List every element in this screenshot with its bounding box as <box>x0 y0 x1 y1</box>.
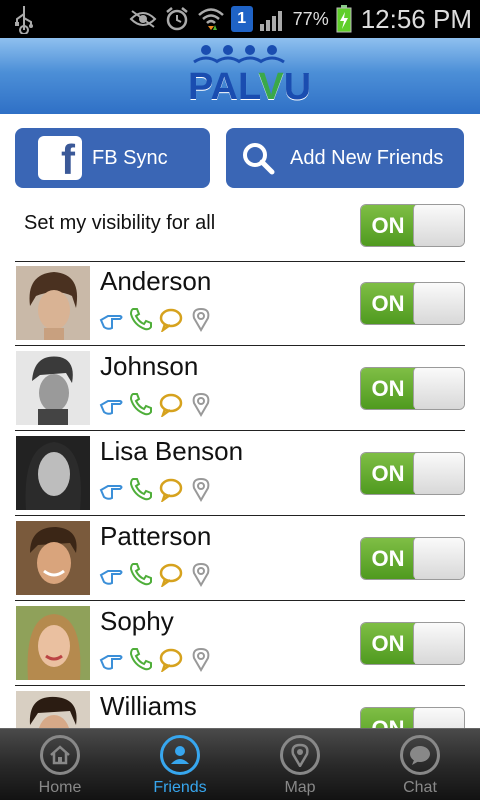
nav-label: Map <box>284 779 316 796</box>
phone-icon[interactable] <box>128 646 154 672</box>
friend-actions <box>98 391 214 417</box>
avatar <box>16 606 90 680</box>
friend-row[interactable]: Patterson ON <box>0 517 480 602</box>
avatar <box>16 436 90 510</box>
search-icon <box>243 143 275 175</box>
visibility-toggle[interactable]: ON <box>360 204 465 247</box>
add-new-friends-button[interactable]: Add New Friends <box>226 128 464 188</box>
nav-chat[interactable]: Chat <box>360 729 480 801</box>
nav-label: Chat <box>403 779 437 796</box>
logo-text: PALVU <box>188 66 312 108</box>
toggle-knob <box>413 538 464 579</box>
location-pin-icon[interactable] <box>188 306 214 332</box>
eye-icon <box>129 5 157 33</box>
avatar <box>16 521 90 595</box>
notification-badge: 1 <box>230 6 253 32</box>
location-pin-icon[interactable] <box>188 391 214 417</box>
battery-icon <box>335 5 353 33</box>
divider <box>15 430 465 431</box>
battery-percent: 77% <box>292 8 329 29</box>
fb-sync-label: FB Sync <box>92 146 168 169</box>
clock-time: 12:56 PM <box>360 3 472 34</box>
friend-name: Anderson <box>100 266 212 296</box>
toggle-knob <box>413 453 464 494</box>
friend-row[interactable]: Lisa Benson ON <box>0 432 480 517</box>
avatar <box>16 351 90 425</box>
palvu-logo: PALVU <box>184 44 311 108</box>
friend-name: Williams <box>100 691 197 721</box>
friend-visibility-toggle[interactable]: ON <box>360 452 465 495</box>
location-pin-icon[interactable] <box>188 476 214 502</box>
toggle-knob <box>413 205 464 246</box>
status-bar: 1 77% 12:56 PM <box>0 0 480 38</box>
poke-hand-icon[interactable] <box>98 646 124 672</box>
usb-icon <box>15 6 33 34</box>
friend-visibility-toggle[interactable]: ON <box>360 537 465 580</box>
avatar <box>16 266 90 340</box>
nav-label: Home <box>38 779 82 796</box>
location-pin-icon[interactable] <box>188 561 214 587</box>
poke-hand-icon[interactable] <box>98 561 124 587</box>
phone-icon[interactable] <box>128 391 154 417</box>
friends-icon <box>160 735 200 775</box>
chat-icon <box>400 735 440 775</box>
divider <box>15 345 465 346</box>
app-header: PALVU <box>0 38 480 114</box>
facebook-icon: f <box>38 136 82 183</box>
alarm-icon <box>163 5 191 33</box>
chat-bubble-icon[interactable] <box>158 561 184 587</box>
friend-visibility-toggle[interactable]: ON <box>360 622 465 665</box>
chat-bubble-icon[interactable] <box>158 476 184 502</box>
location-pin-icon[interactable] <box>188 646 214 672</box>
friend-actions <box>98 306 214 332</box>
chat-bubble-icon[interactable] <box>158 646 184 672</box>
bottom-nav: Home Friends Map Chat <box>0 728 480 800</box>
map-pin-icon <box>280 735 320 775</box>
friend-row[interactable]: Anderson ON <box>0 262 480 347</box>
add-new-friends-label: Add New Friends <box>290 146 444 169</box>
toggle-knob <box>413 368 464 409</box>
chat-bubble-icon[interactable] <box>158 306 184 332</box>
fb-sync-button[interactable]: f FB Sync <box>15 128 210 188</box>
nav-label: Friends <box>153 779 207 796</box>
friend-name: Johnson <box>100 351 199 381</box>
phone-icon[interactable] <box>128 561 154 587</box>
divider <box>15 515 465 516</box>
poke-hand-icon[interactable] <box>98 306 124 332</box>
friend-actions <box>98 646 214 672</box>
toggle-on-label: ON <box>361 283 415 324</box>
phone-icon[interactable] <box>128 306 154 332</box>
toggle-on-label: ON <box>361 623 415 664</box>
toggle-on-label: ON <box>361 368 415 409</box>
poke-hand-icon[interactable] <box>98 391 124 417</box>
friend-name: Lisa Benson <box>100 436 244 466</box>
phone-icon[interactable] <box>128 476 154 502</box>
toggle-knob <box>413 623 464 664</box>
nav-map[interactable]: Map <box>240 729 360 801</box>
friend-row[interactable]: Johnson ON <box>0 347 480 432</box>
divider <box>15 685 465 686</box>
toggle-on-label: ON <box>361 205 415 246</box>
home-icon <box>40 735 80 775</box>
visibility-label: Set my visibility for all <box>24 212 216 234</box>
toggle-on-label: ON <box>361 453 415 494</box>
friend-name: Patterson <box>100 521 212 551</box>
nav-friends[interactable]: Friends <box>120 729 240 801</box>
chat-bubble-icon[interactable] <box>158 391 184 417</box>
friend-actions <box>98 476 214 502</box>
toggle-on-label: ON <box>361 538 415 579</box>
friend-actions <box>98 561 214 587</box>
friend-name: Sophy <box>100 606 174 636</box>
friend-visibility-toggle[interactable]: ON <box>360 282 465 325</box>
signal-icon <box>259 5 287 33</box>
friend-visibility-toggle[interactable]: ON <box>360 367 465 410</box>
toggle-knob <box>413 283 464 324</box>
divider <box>15 600 465 601</box>
poke-hand-icon[interactable] <box>98 476 124 502</box>
wifi-icon <box>197 5 225 33</box>
nav-home[interactable]: Home <box>0 729 120 801</box>
friend-row[interactable]: Sophy ON <box>0 602 480 687</box>
